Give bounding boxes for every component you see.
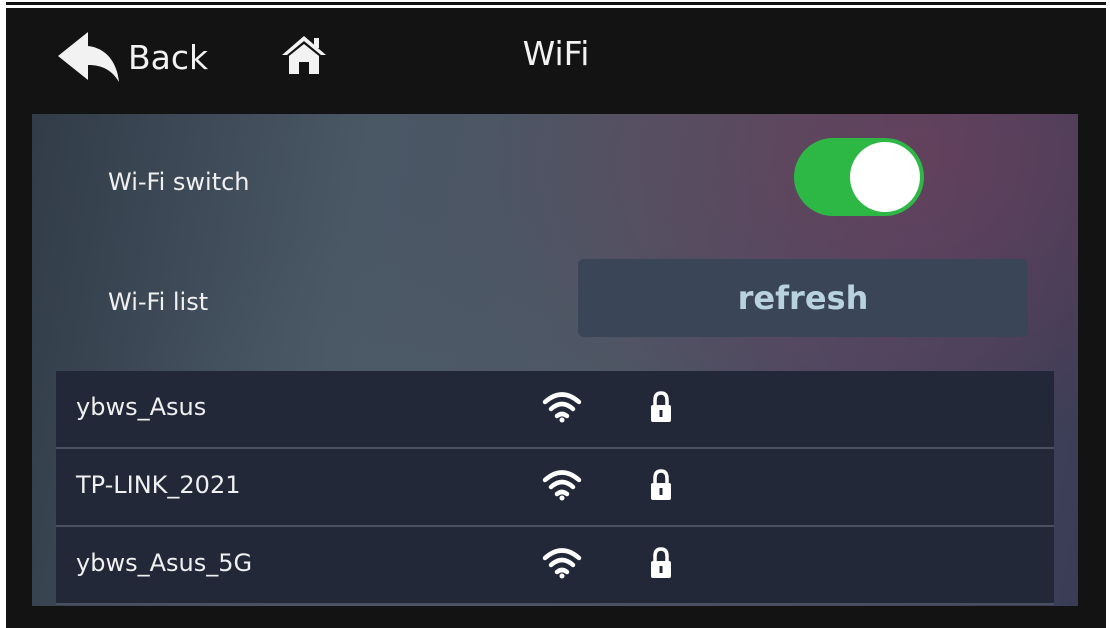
wifi-signal-icon (542, 390, 582, 424)
device-screen: Back WiFi Wi-Fi switch Wi-Fi list refres… (6, 8, 1106, 628)
refresh-button[interactable]: refresh (578, 259, 1028, 337)
network-ssid: ybws_Asus (76, 393, 207, 421)
wifi-switch-label: Wi-Fi switch (108, 168, 250, 196)
lock-icon (650, 547, 672, 579)
wifi-signal-icon (542, 546, 582, 580)
wifi-network-row[interactable]: TP-LINK_2021 (56, 449, 1054, 527)
lock-icon (650, 391, 672, 423)
wifi-list-label: Wi-Fi list (108, 288, 209, 316)
wifi-signal-icon (542, 468, 582, 502)
wifi-network-list: ybws_Asus TP-LINK_2021 ybws_Asus_5G (56, 371, 1054, 605)
lock-icon (650, 469, 672, 501)
wifi-network-row[interactable]: ybws_Asus (56, 371, 1054, 449)
network-ssid: TP-LINK_2021 (76, 471, 241, 499)
header-bar: Back WiFi (6, 8, 1106, 106)
refresh-label: refresh (737, 279, 869, 317)
network-ssid: ybws_Asus_5G (76, 549, 253, 577)
wifi-settings-panel: Wi-Fi switch Wi-Fi list refresh ybws_Asu… (32, 114, 1078, 606)
top-border-line (6, 2, 1106, 5)
wifi-switch-toggle[interactable] (794, 138, 924, 216)
toggle-knob (850, 142, 920, 212)
wifi-network-row[interactable]: ybws_Asus_5G (56, 527, 1054, 605)
page-title: WiFi (522, 34, 590, 73)
